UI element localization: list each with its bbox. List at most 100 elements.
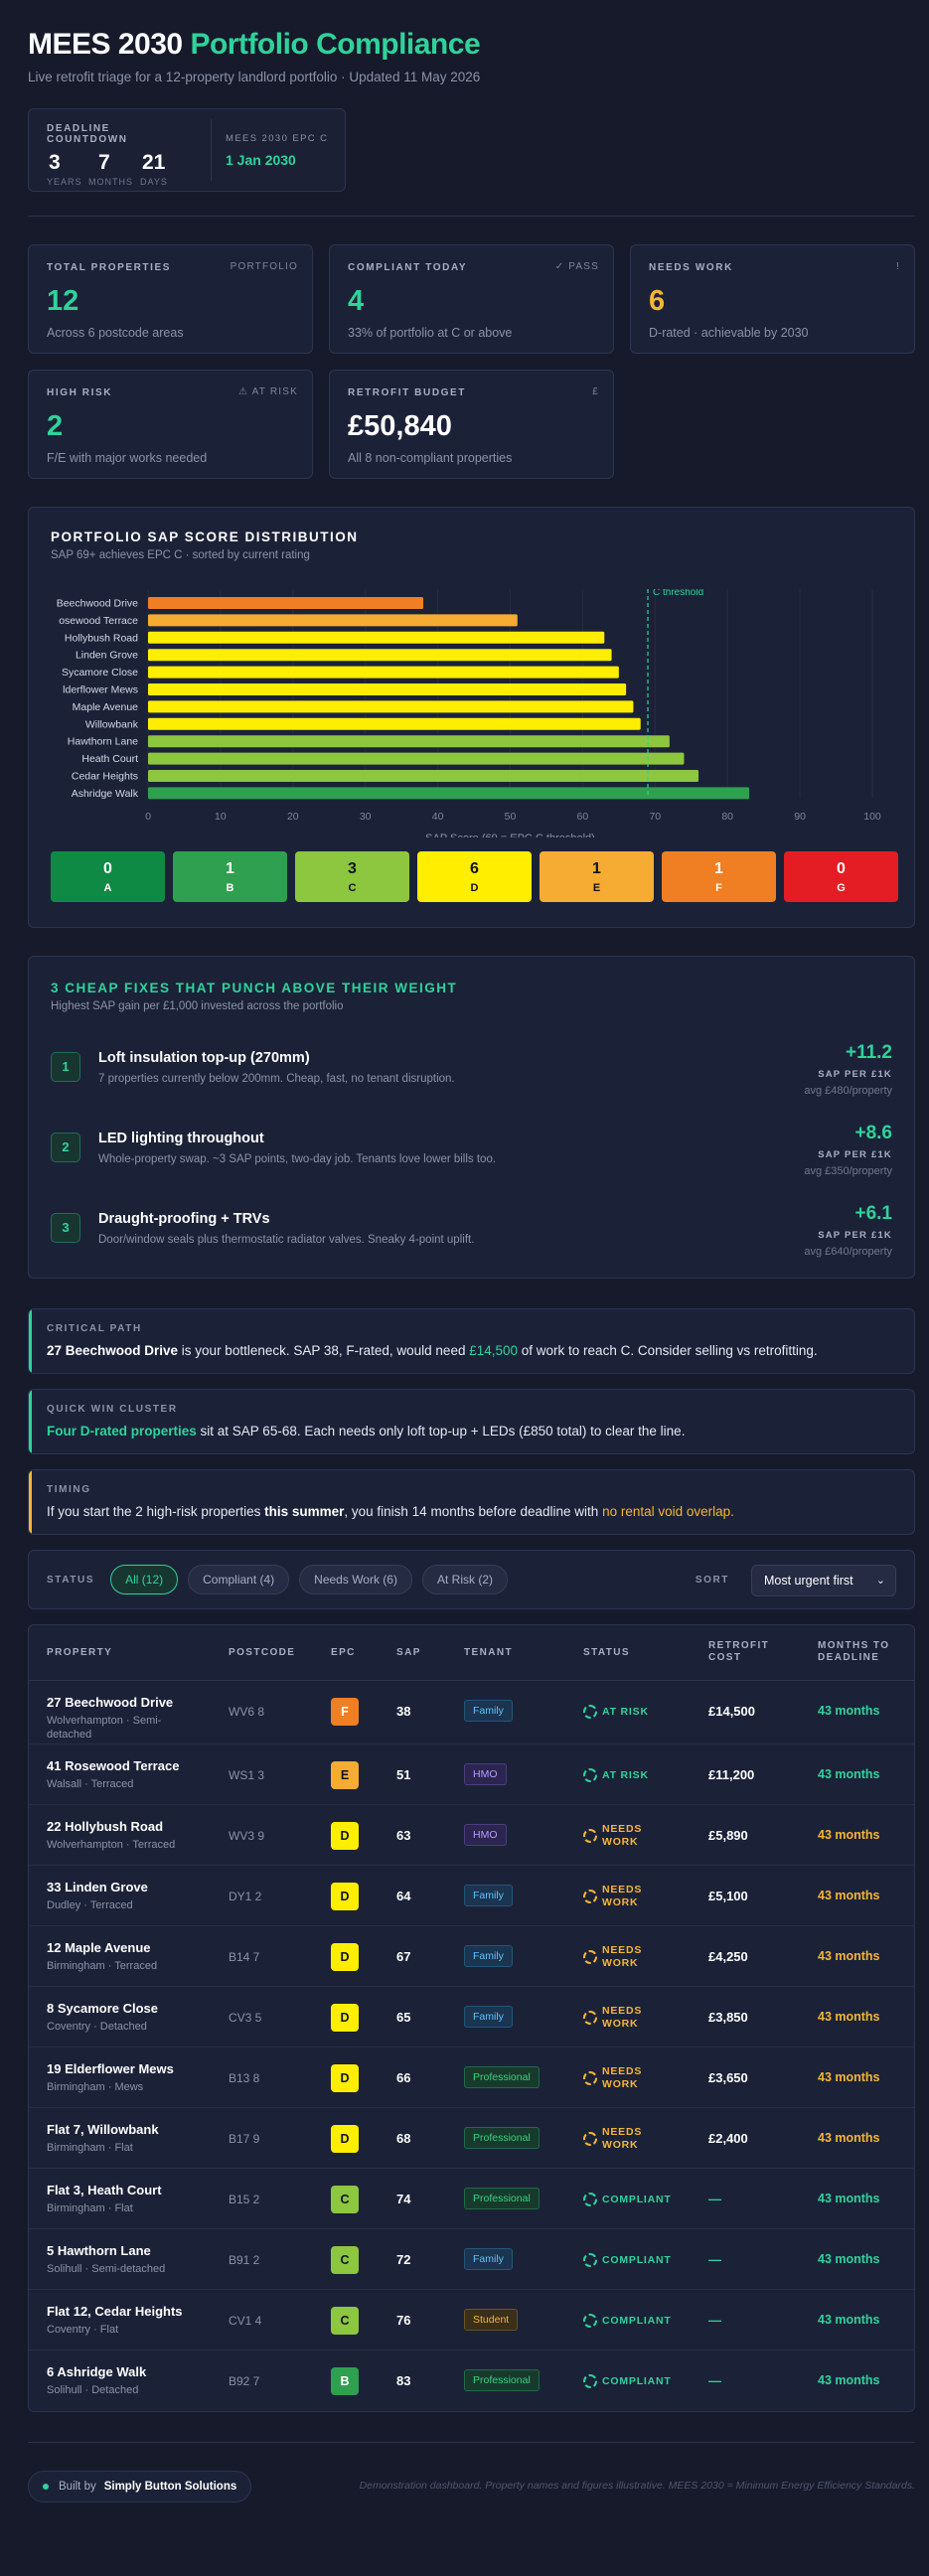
pound-icon: £ [592, 386, 599, 397]
months-to-deadline: 43 months [818, 1767, 880, 1781]
status-dot-icon [43, 2484, 49, 2490]
col-retrofit-cost[interactable]: RETROFIT COST [708, 1640, 788, 1664]
table-row[interactable]: 8 Sycamore Close Coventry · Detached CV3 5… [29, 1987, 914, 2047]
sap-score: 76 [396, 2313, 411, 2328]
postcode: CV1 4 [229, 2314, 262, 2328]
status-text: NEEDS WORK [602, 2005, 643, 2030]
table-row[interactable]: 5 Hawthorn Lane Solihull · Semi-detached B… [29, 2229, 914, 2290]
sap-bar [148, 787, 750, 800]
sap-bar [148, 683, 627, 695]
table-row[interactable]: Flat 3, Heath Court Birmingham · Flat B15 … [29, 2169, 914, 2229]
stat-needs-work: NEEDS WORK ! 6 D-rated · achievable by 2… [630, 244, 915, 354]
status-text: NEEDS WORK [602, 1823, 643, 1848]
fix-desc: 7 properties currently below 200mm. Chea… [98, 1073, 455, 1085]
table-row[interactable]: 22 Hollybush Road Wolverhampton · Terrace… [29, 1805, 914, 1866]
countdown-years: 3 YEARS [47, 151, 82, 187]
sort-select[interactable]: Most urgent first ⌄ [751, 1565, 896, 1596]
col-tenant[interactable]: TENANT [464, 1647, 513, 1658]
property-location: Walsall · Terraced [47, 1778, 134, 1790]
status-ring-icon [583, 1829, 597, 1843]
quick-win-callout: QUICK WIN CLUSTER Four D-rated propertie… [28, 1389, 915, 1454]
tenant-tag: Family [464, 1700, 513, 1722]
fix-name: Draught-proofing + TRVs [98, 1211, 270, 1227]
status-ring-icon [583, 2253, 597, 2267]
table-row[interactable]: 6 Ashridge Walk Solihull · Detached B92 7 B… [29, 2350, 914, 2411]
exclamation-icon: ! [896, 261, 900, 272]
sap-score: 65 [396, 2010, 411, 2025]
retrofit-cost: £3,650 [708, 2070, 748, 2085]
y-tick-label: Hawthorn Lane [68, 736, 138, 748]
property-table: PROPERTY POSTCODE EPC SAP TENANT STATUS … [28, 1624, 915, 2412]
epc-band-b: 1B [173, 851, 287, 902]
property-name: Flat 7, Willowbank [47, 2122, 159, 2137]
tenant-tag: HMO [464, 1763, 507, 1785]
table-row[interactable]: 12 Maple Avenue Birmingham · Terraced B14 … [29, 1926, 914, 1987]
epc-band-f: 1F [662, 851, 776, 902]
page-subtitle: Live retrofit triage for a 12-property l… [28, 70, 481, 84]
fix-item: 1 Loft insulation top-up (270mm) 7 prope… [51, 1042, 892, 1106]
fix-per: SAP PER £1K [818, 1149, 892, 1160]
y-tick-label: Ashridge Walk [72, 788, 139, 800]
retrofit-cost: — [708, 2192, 721, 2206]
status-indicator: NEEDS WORK [583, 2003, 662, 2033]
epc-badge: E [331, 1761, 359, 1789]
fix-name: LED lighting throughout [98, 1131, 264, 1146]
property-name: 27 Beechwood Drive [47, 1695, 174, 1710]
built-by-badge[interactable]: Built by Simply Button Solutions [28, 2471, 252, 2502]
status-filter-label: STATUS [47, 1574, 95, 1586]
months-to-deadline: 43 months [818, 1949, 880, 1963]
property-location: Coventry · Flat [47, 2324, 119, 2336]
page-title: MEES 2030 Portfolio Compliance [28, 28, 915, 62]
table-row[interactable]: Flat 12, Cedar Heights Coventry · Flat CV1… [29, 2290, 914, 2350]
band-label: G [837, 882, 846, 894]
status-ring-icon [583, 2011, 597, 2025]
property-location: Wolverhampton · Terraced [47, 1839, 176, 1851]
property-name: Flat 3, Heath Court [47, 2183, 162, 2197]
property-location: Birmingham · Flat [47, 2142, 133, 2154]
filter-at-risk[interactable]: At Risk (2) [421, 1565, 508, 1594]
y-tick-label: Cedar Heights [72, 771, 138, 783]
status-ring-icon [583, 2193, 597, 2206]
months-to-deadline: 43 months [818, 1704, 880, 1718]
band-count: 3 [348, 860, 357, 877]
sap-score: 64 [396, 1889, 411, 1903]
table-row[interactable]: 19 Elderflower Mews Birmingham · Mews B13 … [29, 2047, 914, 2108]
col-status[interactable]: STATUS [583, 1647, 630, 1658]
table-row[interactable]: Flat 7, Willowbank Birmingham · Flat B17 9… [29, 2108, 914, 2169]
epc-badge: C [331, 2246, 359, 2274]
property-name: 41 Rosewood Terrace [47, 1758, 180, 1773]
band-count: 0 [103, 860, 112, 877]
header-divider [28, 216, 915, 217]
cheap-fixes-panel: 3 CHEAP FIXES THAT PUNCH ABOVE THEIR WEI… [28, 956, 915, 1279]
tenant-tag: Professional [464, 2127, 540, 2149]
retrofit-cost: — [708, 2313, 721, 2328]
status-text: NEEDS WORK [602, 1944, 643, 1969]
col-epc[interactable]: EPC [331, 1647, 356, 1658]
fix-avg: avg £350/property [804, 1165, 892, 1177]
col-postcode[interactable]: POSTCODE [229, 1647, 295, 1658]
filter-needs-work[interactable]: Needs Work (6) [299, 1565, 412, 1594]
x-tick-label: 60 [577, 811, 589, 823]
countdown-target-label: MEES 2030 EPC C [226, 133, 329, 144]
status-indicator: NEEDS WORK [583, 2124, 662, 2154]
epc-band-c: 3C [295, 851, 409, 902]
months-to-deadline: 43 months [818, 2010, 880, 2024]
status-ring-icon [583, 2374, 597, 2388]
table-row[interactable]: 27 Beechwood Drive Wolverhampton · Semi-d… [29, 1681, 914, 1744]
sap-score: 66 [396, 2070, 411, 2085]
table-row[interactable]: 41 Rosewood Terrace Walsall · Terraced WS1… [29, 1744, 914, 1805]
col-sap[interactable]: SAP [396, 1647, 421, 1658]
col-months-to-deadline[interactable]: MONTHS TO DEADLINE [818, 1640, 907, 1664]
col-property[interactable]: PROPERTY [47, 1647, 112, 1658]
retrofit-cost: £14,500 [708, 1704, 755, 1719]
filter-all[interactable]: All (12) [110, 1565, 179, 1594]
filter-compliant[interactable]: Compliant (4) [188, 1565, 290, 1594]
fix-item: 2 LED lighting throughout Whole-property… [51, 1123, 892, 1186]
table-row[interactable]: 33 Linden Grove Dudley · Terraced DY1 2 D 64… [29, 1866, 914, 1926]
epc-band-counts: 0A1B3C6D1E1F0G [51, 851, 898, 902]
pass-tag: ✓ PASS [554, 261, 599, 272]
sap-score: 68 [396, 2131, 411, 2146]
sort-value: Most urgent first [764, 1574, 853, 1588]
y-tick-label: Maple Avenue [73, 701, 139, 713]
property-name: 8 Sycamore Close [47, 2001, 159, 2016]
